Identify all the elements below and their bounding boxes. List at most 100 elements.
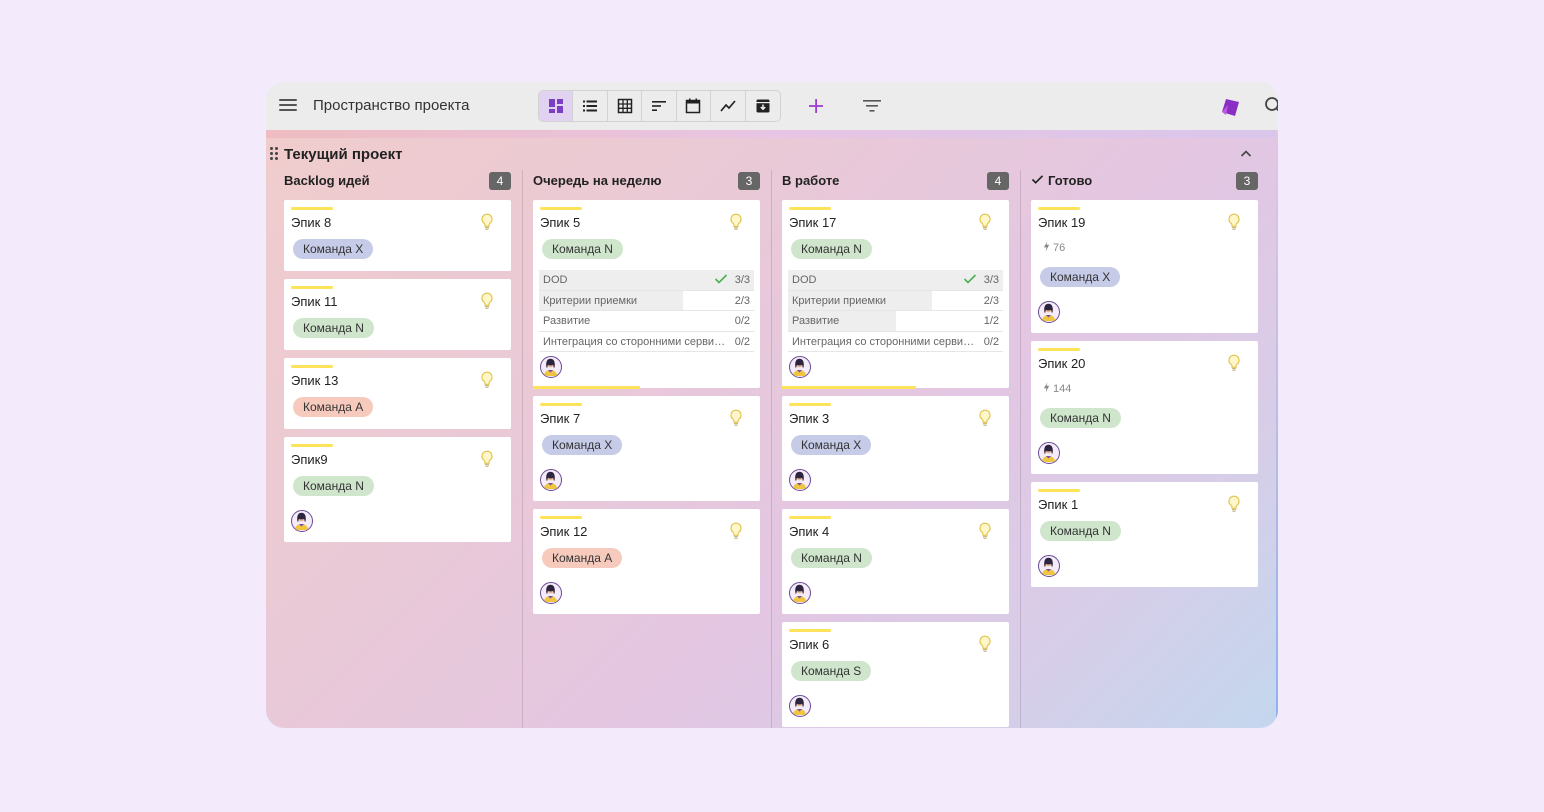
checklist-row[interactable]: Критерии приемки 2/3 xyxy=(539,290,754,311)
team-tag[interactable]: Команда A xyxy=(542,548,623,568)
lightbulb-icon[interactable] xyxy=(978,522,992,540)
add-button[interactable] xyxy=(804,94,828,118)
column-header: В работе 4 xyxy=(782,172,1009,190)
lightbulb-icon[interactable] xyxy=(978,409,992,427)
column-title: В работе xyxy=(782,173,839,188)
lightbulb-icon[interactable] xyxy=(1227,213,1241,231)
epic-card[interactable]: Эпик 6 Команда S xyxy=(782,622,1009,727)
team-tag[interactable]: Команда N xyxy=(791,548,872,568)
team-tag[interactable]: Команда X xyxy=(542,435,623,455)
avatar[interactable] xyxy=(789,356,811,378)
menu-icon[interactable] xyxy=(278,96,298,116)
epic-card[interactable]: Эпик 12 Команда A xyxy=(533,509,760,614)
avatar[interactable] xyxy=(789,695,811,717)
team-tag[interactable]: Команда S xyxy=(791,661,872,681)
checklist-label: Интеграция со сторонними сервисами xyxy=(543,335,729,348)
column-count-badge: 4 xyxy=(987,172,1009,190)
avatar[interactable] xyxy=(789,582,811,604)
card-title: Эпик 4 xyxy=(789,524,830,539)
team-tag[interactable]: Команда N xyxy=(542,239,623,259)
team-tag[interactable]: Команда N xyxy=(293,476,374,496)
lightbulb-icon[interactable] xyxy=(480,450,494,468)
avatar[interactable] xyxy=(291,510,313,532)
bolt-icon xyxy=(1043,241,1050,255)
team-tag[interactable]: Команда N xyxy=(1040,408,1121,428)
toolbar: Пространство проекта xyxy=(266,82,1278,130)
calendar-view-button[interactable] xyxy=(677,91,712,121)
checklist-row[interactable]: Развитие 0/2 xyxy=(539,311,754,332)
team-tag[interactable]: Команда N xyxy=(293,318,374,338)
estimate-value: 144 xyxy=(1053,383,1072,395)
checklist-label: Развитие xyxy=(543,315,591,327)
chart-view-button[interactable] xyxy=(711,91,746,121)
card-title: Эпик9 xyxy=(291,452,328,467)
checklist-row[interactable]: Интеграция со сторонними сервисами 0/2 xyxy=(788,332,1003,352)
column-title-text: Готово xyxy=(1048,173,1093,188)
team-tag[interactable]: Команда A xyxy=(293,397,374,417)
avatar[interactable] xyxy=(1038,555,1060,577)
column-title-text: В работе xyxy=(782,173,840,188)
lightbulb-icon[interactable] xyxy=(480,292,494,310)
epic-card[interactable]: Эпик9 Команда N xyxy=(284,437,511,542)
avatar[interactable] xyxy=(1038,301,1060,323)
epic-card[interactable]: Эпик 8 Команда X xyxy=(284,200,511,271)
estimate-value: 76 xyxy=(1053,242,1066,254)
avatar[interactable] xyxy=(1038,442,1060,464)
epic-card[interactable]: Эпик 13 Команда A xyxy=(284,358,511,429)
list-view-button[interactable] xyxy=(573,91,608,121)
avatar[interactable] xyxy=(540,469,562,491)
card-title: Эпик 13 xyxy=(291,373,339,388)
epic-card[interactable]: Эпик 3 Команда X xyxy=(782,396,1009,501)
lightbulb-icon[interactable] xyxy=(978,213,992,231)
checklist-label: Критерии приемки xyxy=(792,294,887,307)
checklist-row[interactable]: Критерии приемки 2/3 xyxy=(788,290,1003,311)
avatar[interactable] xyxy=(540,582,562,604)
column-title: Готово xyxy=(1031,173,1092,188)
column-title-text: Backlog идей xyxy=(284,173,370,188)
chevron-up-icon[interactable] xyxy=(1238,146,1254,162)
checklist-row[interactable]: Развитие 1/2 xyxy=(788,311,1003,332)
table-view-button[interactable] xyxy=(608,91,643,121)
lightbulb-icon[interactable] xyxy=(480,213,494,231)
checklist-row[interactable]: Интеграция со сторонними сервисами 0/2 xyxy=(539,332,754,352)
filter-button[interactable] xyxy=(860,95,884,117)
epic-card[interactable]: Эпик 7 Команда X xyxy=(533,396,760,501)
epic-card[interactable]: Эпик 5 Команда N DOD 3/3 Критерии приемки 2/3… xyxy=(533,200,760,389)
archive-view-button[interactable] xyxy=(746,91,780,121)
team-tag[interactable]: Команда N xyxy=(791,239,872,259)
search-icon[interactable] xyxy=(1264,96,1278,116)
lightbulb-icon[interactable] xyxy=(729,213,743,231)
epic-card[interactable]: Эпик 17 Команда N DOD 3/3 Критерии приемки 2/… xyxy=(782,200,1009,389)
drag-handle-icon[interactable] xyxy=(270,147,278,161)
epic-card[interactable]: Эпик 20 144 Команда N xyxy=(1031,341,1258,474)
card-priority-bar xyxy=(291,444,333,447)
check-icon xyxy=(963,273,977,285)
team-tag[interactable]: Команда X xyxy=(293,239,374,259)
team-tag[interactable]: Команда X xyxy=(1040,267,1121,287)
checklist-row[interactable]: DOD 3/3 xyxy=(539,270,754,291)
avatar[interactable] xyxy=(789,469,811,491)
sort-view-button[interactable] xyxy=(642,91,677,121)
lightbulb-icon[interactable] xyxy=(978,635,992,653)
card-priority-bar xyxy=(789,516,831,519)
epic-card[interactable]: Эпик 1 Команда N xyxy=(1031,482,1258,587)
card-title: Эпик 8 xyxy=(291,215,332,230)
card-title: Эпик 19 xyxy=(1038,215,1086,230)
check-icon xyxy=(1031,173,1044,188)
lightbulb-icon[interactable] xyxy=(1227,495,1241,513)
lightbulb-icon[interactable] xyxy=(480,371,494,389)
column-title-text: Очередь на неделю xyxy=(533,173,662,188)
team-tag[interactable]: Команда X xyxy=(791,435,872,455)
estimate-metric: 76 xyxy=(1043,241,1065,255)
avatar[interactable] xyxy=(540,356,562,378)
lightbulb-icon[interactable] xyxy=(729,409,743,427)
lightbulb-icon[interactable] xyxy=(729,522,743,540)
lightbulb-icon[interactable] xyxy=(1227,354,1241,372)
list-icon xyxy=(583,100,598,112)
epic-card[interactable]: Эпик 4 Команда N xyxy=(782,509,1009,614)
epic-card[interactable]: Эпик 11 Команда N xyxy=(284,279,511,350)
epic-card[interactable]: Эпик 19 76 Команда X xyxy=(1031,200,1258,333)
board-view-button[interactable] xyxy=(539,91,574,121)
team-tag[interactable]: Команда N xyxy=(1040,521,1121,541)
checklist-row[interactable]: DOD 3/3 xyxy=(788,270,1003,291)
